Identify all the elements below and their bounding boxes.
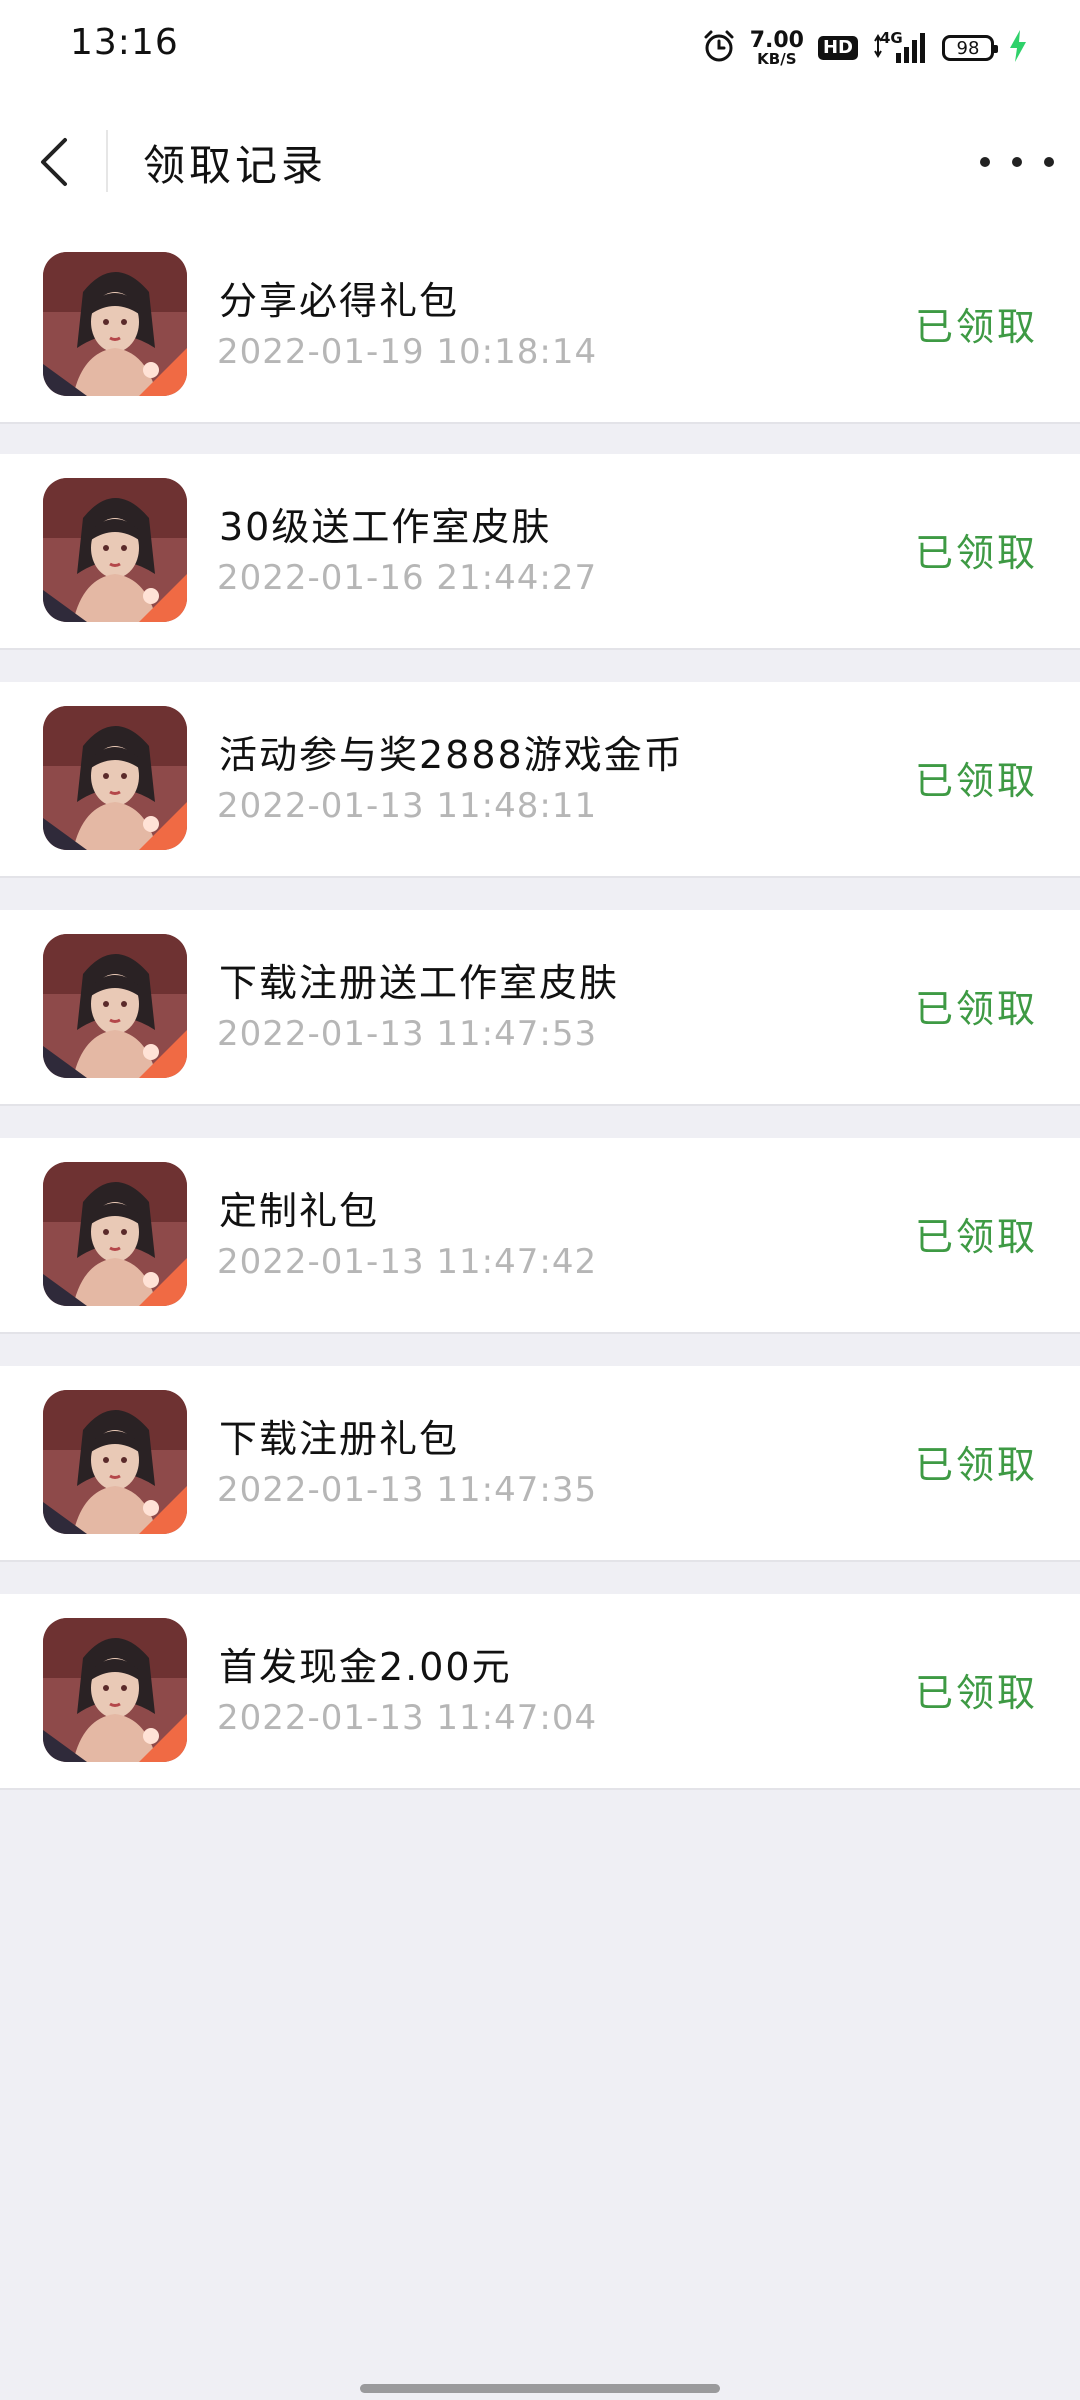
home-indicator[interactable] (360, 2384, 720, 2393)
record-item[interactable]: 首发现金2.00元 2022-01-13 11:47:04 已领取 (0, 1594, 1080, 1790)
back-arrow-icon (41, 138, 67, 186)
record-time: 2022-01-13 11:47:42 (217, 1242, 598, 1282)
record-status: 已领取 (914, 531, 1038, 575)
more-button[interactable] (980, 132, 1054, 192)
battery-icon: 98 (942, 35, 998, 61)
record-item[interactable]: 30级送工作室皮肤 2022-01-16 21:44:27 已领取 (0, 454, 1080, 650)
net-speed-value: 7.00 (749, 27, 804, 53)
record-name: 定制礼包 (219, 1189, 380, 1233)
game-avatar (43, 252, 187, 396)
record-time: 2022-01-13 11:47:35 (217, 1470, 598, 1510)
more-dot (1012, 157, 1022, 167)
more-dot (980, 157, 990, 167)
record-status: 已领取 (914, 305, 1038, 349)
record-name: 分享必得礼包 (219, 279, 460, 323)
game-avatar (43, 1390, 187, 1534)
status-time: 13:16 (70, 22, 179, 63)
record-time: 2022-01-16 21:44:27 (217, 558, 598, 598)
record-item[interactable]: 分享必得礼包 2022-01-19 10:18:14 已领取 (0, 228, 1080, 424)
game-avatar (43, 934, 187, 1078)
game-avatar (43, 1162, 187, 1306)
record-status: 已领取 (914, 759, 1038, 803)
record-status: 已领取 (914, 1215, 1038, 1259)
signal-icon: 4G (872, 29, 928, 65)
charging-icon (1008, 29, 1028, 67)
record-time: 2022-01-13 11:47:04 (217, 1698, 598, 1738)
game-avatar (43, 478, 187, 622)
status-bar: 13:16 7.00 KB/S HD 4G 98 (0, 0, 1080, 96)
record-item[interactable]: 下载注册礼包 2022-01-13 11:47:35 已领取 (0, 1366, 1080, 1562)
record-item[interactable]: 定制礼包 2022-01-13 11:47:42 已领取 (0, 1138, 1080, 1334)
record-status: 已领取 (914, 1671, 1038, 1715)
page-title: 领取记录 (143, 141, 328, 190)
net-speed-unit: KB/S (757, 49, 797, 68)
net-speed-indicator: 7.00 KB/S (749, 27, 804, 68)
record-item[interactable]: 下载注册送工作室皮肤 2022-01-13 11:47:53 已领取 (0, 910, 1080, 1106)
alarm-icon (702, 29, 736, 67)
game-avatar (43, 706, 187, 850)
record-status: 已领取 (914, 1443, 1038, 1487)
game-avatar (43, 1618, 187, 1762)
record-time: 2022-01-19 10:18:14 (217, 332, 598, 372)
record-name: 首发现金2.00元 (219, 1645, 512, 1689)
record-time: 2022-01-13 11:48:11 (217, 786, 598, 826)
header-divider (106, 130, 108, 192)
app-header: 领取记录 (0, 96, 1080, 228)
back-button[interactable] (26, 126, 82, 198)
more-dot (1044, 157, 1054, 167)
record-item[interactable]: 活动参与奖2888游戏金币 2022-01-13 11:48:11 已领取 (0, 682, 1080, 878)
record-name: 活动参与奖2888游戏金币 (219, 733, 684, 777)
status-icons: 7.00 KB/S HD 4G 98 (688, 26, 1028, 70)
record-time: 2022-01-13 11:47:53 (217, 1014, 598, 1054)
record-name: 下载注册送工作室皮肤 (219, 961, 620, 1005)
record-name: 30级送工作室皮肤 (219, 505, 552, 549)
battery-level: 98 (956, 37, 980, 59)
record-status: 已领取 (914, 987, 1038, 1031)
record-name: 下载注册礼包 (219, 1417, 460, 1461)
hd-icon: HD (817, 36, 858, 60)
